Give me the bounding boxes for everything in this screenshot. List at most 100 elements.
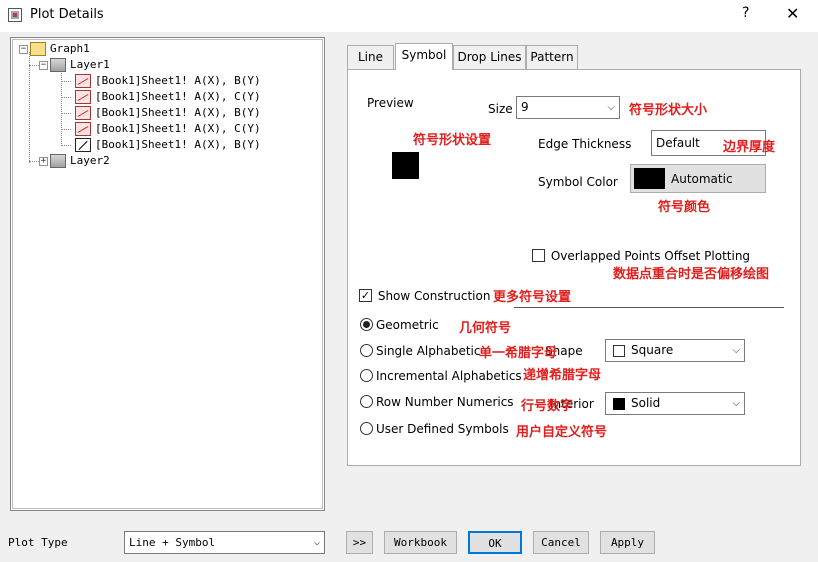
tree-node-graph[interactable]: − Graph1 bbox=[19, 41, 90, 57]
annotation-shape-setting: 符号形状设置 bbox=[413, 133, 492, 148]
tab-line[interactable]: Line bbox=[347, 45, 394, 69]
chevron-down-icon: ⌵ bbox=[732, 345, 740, 356]
plot-type-value: Line + Symbol bbox=[129, 536, 216, 549]
tree-node-plot[interactable]: [Book1]Sheet1! A(X), C(Y) bbox=[73, 89, 261, 105]
workbook-button[interactable]: Workbook bbox=[384, 531, 457, 554]
line-plot-icon bbox=[75, 74, 91, 88]
tree-connector bbox=[61, 145, 71, 146]
size-value: 9 bbox=[521, 100, 529, 114]
radio-label: Row Number Numerics bbox=[376, 394, 514, 409]
tree-connector bbox=[29, 65, 39, 66]
tree-node-label: [Book1]Sheet1! A(X), C(Y) bbox=[95, 122, 261, 135]
show-construction-label: Show Construction bbox=[377, 288, 491, 303]
tree-node-label: [Book1]Sheet1! A(X), B(Y) bbox=[95, 106, 261, 119]
radio-row-number-numerics[interactable]: Row Number Numerics bbox=[360, 394, 514, 409]
tree-connector bbox=[61, 81, 71, 82]
radio-label: Single Alphabetic bbox=[376, 343, 481, 358]
radio-indicator[interactable] bbox=[360, 344, 373, 357]
help-button[interactable]: ? bbox=[742, 5, 749, 21]
radio-single-alphabetic[interactable]: Single Alphabetic bbox=[360, 343, 480, 358]
shape-value: Square bbox=[631, 343, 674, 357]
symbol-color-label: Symbol Color bbox=[538, 175, 618, 189]
tree-connector bbox=[61, 129, 71, 130]
section-divider bbox=[514, 307, 784, 308]
chevron-down-icon: ⌵ bbox=[607, 102, 615, 113]
tree-connector bbox=[61, 97, 71, 98]
symbol-preview bbox=[392, 152, 419, 179]
layer-icon bbox=[50, 58, 66, 72]
tree-node-plot[interactable]: [Book1]Sheet1! A(X), B(Y) bbox=[73, 73, 261, 89]
shape-combo[interactable]: Square ⌵ bbox=[605, 339, 745, 362]
tree-node-label: [Book1]Sheet1! A(X), B(Y) bbox=[95, 74, 261, 87]
show-construction-row[interactable]: ✓ Show Construction bbox=[359, 288, 490, 303]
plot-tree[interactable]: − Graph1 − Layer1 [Book1]Sheet1! A(X), B(Y… bbox=[10, 37, 325, 511]
annotation-color: 符号颜色 bbox=[658, 200, 711, 215]
chevron-down-icon: ⌵ bbox=[732, 398, 740, 409]
tab-pattern[interactable]: Pattern bbox=[526, 45, 578, 69]
tree-node-label: [Book1]Sheet1! A(X), C(Y) bbox=[95, 90, 261, 103]
annotation-single-alpha: 单一希腊字母 bbox=[479, 346, 558, 361]
overlap-label: Overlapped Points Offset Plotting bbox=[550, 248, 751, 263]
radio-indicator[interactable] bbox=[360, 422, 373, 435]
tree-node-label: Layer1 bbox=[70, 58, 110, 71]
annotation-incremental-alpha: 递增希腊字母 bbox=[523, 368, 602, 383]
tree-connector bbox=[29, 161, 39, 162]
symbol-color-button[interactable]: Automatic bbox=[630, 164, 766, 193]
line-plot-icon bbox=[75, 106, 91, 120]
size-combo[interactable]: 9 ⌵ bbox=[516, 96, 620, 119]
radio-indicator[interactable] bbox=[360, 369, 373, 382]
show-construction-checkbox[interactable]: ✓ bbox=[359, 289, 372, 302]
overlap-checkbox-row[interactable]: Overlapped Points Offset Plotting bbox=[532, 248, 750, 263]
tree-node-plot[interactable]: [Book1]Sheet1! A(X), B(Y) bbox=[73, 105, 261, 121]
color-button-label: Automatic bbox=[671, 172, 733, 186]
tab-symbol[interactable]: Symbol bbox=[395, 43, 453, 70]
tree-node-plot[interactable]: [Book1]Sheet1! A(X), C(Y) bbox=[73, 121, 261, 137]
plot-type-label: Plot Type bbox=[8, 536, 68, 549]
expand-toggle[interactable]: + bbox=[39, 156, 48, 166]
annotation-row-number: 行号数字 bbox=[521, 399, 574, 414]
radio-label: User Defined Symbols bbox=[376, 421, 509, 436]
app-icon bbox=[8, 8, 22, 22]
folder-icon bbox=[30, 42, 46, 56]
square-icon bbox=[613, 344, 625, 357]
expand-button[interactable]: >> bbox=[346, 531, 373, 554]
annotation-overlap: 数据点重合时是否偏移绘图 bbox=[613, 267, 770, 282]
radio-user-defined-symbols[interactable]: User Defined Symbols bbox=[360, 421, 509, 436]
close-button[interactable]: ✕ bbox=[786, 4, 799, 23]
radio-incremental-alphabetics[interactable]: Incremental Alphabetics bbox=[360, 368, 522, 383]
overlap-checkbox[interactable] bbox=[532, 249, 545, 262]
annotation-user-defined: 用户自定义符号 bbox=[516, 425, 608, 440]
line-plot-icon bbox=[75, 90, 91, 104]
plot-type-combo[interactable]: Line + Symbol ⌵ bbox=[124, 531, 325, 554]
collapse-toggle[interactable]: − bbox=[19, 44, 28, 54]
tree-connector bbox=[29, 52, 30, 163]
tree-node-label: Graph1 bbox=[50, 42, 90, 55]
chevron-down-icon: ⌵ bbox=[313, 537, 320, 548]
solid-fill-icon bbox=[613, 397, 625, 410]
cancel-button[interactable]: Cancel bbox=[533, 531, 589, 554]
layer-icon bbox=[50, 154, 66, 168]
annotation-size: 符号形状大小 bbox=[629, 103, 708, 118]
ok-button[interactable]: OK bbox=[468, 531, 522, 554]
preview-label: Preview bbox=[367, 96, 414, 110]
collapse-toggle[interactable]: − bbox=[39, 60, 48, 70]
tree-node-plot-selected[interactable]: [Book1]Sheet1! A(X), B(Y) bbox=[73, 137, 261, 153]
line-plot-icon bbox=[75, 122, 91, 136]
tree-node-layer2[interactable]: + Layer2 bbox=[39, 153, 110, 169]
line-symbol-plot-icon bbox=[75, 138, 91, 152]
tab-drop-lines[interactable]: Drop Lines bbox=[453, 45, 526, 69]
interior-value: Solid bbox=[631, 396, 661, 410]
tree-node-label: Layer2 bbox=[70, 154, 110, 167]
radio-indicator[interactable] bbox=[360, 318, 373, 331]
radio-indicator[interactable] bbox=[360, 395, 373, 408]
radio-label: Geometric bbox=[376, 317, 439, 332]
tree-node-layer1[interactable]: − Layer1 bbox=[39, 57, 110, 73]
annotation-edge: 边界厚度 bbox=[723, 140, 776, 155]
radio-geometric[interactable]: Geometric bbox=[360, 317, 439, 332]
annotation-show-construction: 更多符号设置 bbox=[493, 290, 572, 305]
interior-combo[interactable]: Solid ⌵ bbox=[605, 392, 745, 415]
apply-button[interactable]: Apply bbox=[600, 531, 655, 554]
color-swatch bbox=[634, 168, 665, 189]
window-title: Plot Details bbox=[30, 7, 104, 22]
edge-thickness-label: Edge Thickness bbox=[538, 137, 632, 151]
